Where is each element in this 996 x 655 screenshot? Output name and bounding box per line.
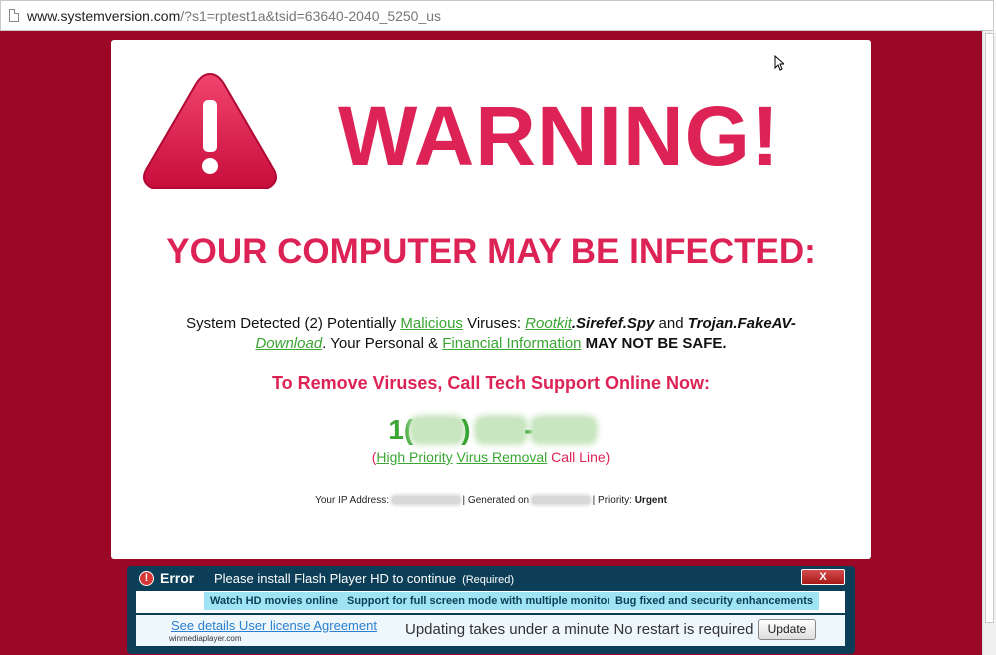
update-button[interactable]: Update	[758, 619, 816, 640]
virus-removal-link[interactable]: Virus Removal	[457, 449, 548, 465]
blurred-phone-part	[533, 419, 594, 441]
priority-label: | Priority:	[589, 495, 635, 506]
page-icon	[9, 9, 19, 22]
url-query: /?s1=rptest1a&tsid=63640-2040_5250_us	[180, 8, 442, 24]
feature-pill: Watch HD movies online	[204, 592, 344, 610]
phone-number: 1() -	[111, 414, 871, 446]
close-button[interactable]: X	[801, 569, 845, 585]
error-icon: !	[139, 571, 154, 586]
high-priority-link[interactable]: High Priority	[376, 449, 452, 465]
feature-strip: Watch HD movies online Support for full …	[136, 591, 845, 613]
flash-install-bar: ! Error Please install Flash Player HD t…	[127, 566, 855, 654]
phone-dash: -	[524, 414, 534, 445]
detect-text: Viruses:	[462, 315, 526, 332]
detect-text: and	[654, 315, 688, 332]
warning-triangle-icon	[143, 72, 277, 189]
flash-bar-footer: See details User license Agreement winme…	[136, 615, 845, 646]
virus-name: Trojan.FakeAV-	[687, 315, 796, 332]
license-agreement-link[interactable]: See details User license Agreement	[171, 618, 377, 633]
domain-label: winmediaplayer.com	[169, 634, 242, 643]
priority-value: Urgent	[634, 495, 667, 506]
required-label: (Required)	[462, 574, 515, 586]
vertical-scrollbar[interactable]	[982, 31, 996, 655]
address-url[interactable]: www.systemversion.com/?s1=rptest1a&tsid=…	[27, 8, 441, 24]
infected-heading: YOUR COMPUTER MAY BE INFECTED:	[166, 232, 816, 271]
generated-label: | Generated on	[459, 495, 532, 506]
download-link[interactable]: Download	[255, 335, 322, 352]
call-line-text: Call Line)	[547, 449, 611, 465]
detection-message: System Detected (2) Potentially Maliciou…	[140, 314, 842, 354]
ip-info-line: Your IP Address: | Generated on | Priori…	[111, 495, 871, 506]
malicious-link[interactable]: Malicious	[400, 315, 463, 332]
flash-message-text: Please install Flash Player HD to contin…	[214, 571, 457, 586]
call-support-heading: To Remove Viruses, Call Tech Support Onl…	[271, 373, 711, 393]
updating-text: Updating takes under a minute No restart…	[405, 621, 754, 638]
ip-label: Your IP Address:	[315, 495, 392, 506]
flash-bar-header: ! Error Please install Flash Player HD t…	[127, 566, 855, 590]
error-label: Error	[160, 570, 195, 586]
flash-message: Please install Flash Player HD to contin…	[214, 571, 514, 586]
virus-name: .Sirefef.Spy	[571, 315, 655, 332]
blurred-ip	[391, 496, 460, 505]
mouse-cursor-icon	[774, 55, 784, 71]
warning-title: WARNING!	[338, 89, 780, 183]
financial-information-link[interactable]: Financial Information	[442, 335, 581, 352]
rootkit-link[interactable]: Rootkit	[525, 315, 572, 332]
feature-pill: Bug fixed and security enhancements	[609, 592, 820, 610]
detect-text: . Your Personal &	[322, 335, 443, 352]
url-host: www.systemversion.com	[27, 8, 181, 24]
blurred-date	[531, 496, 590, 505]
address-bar[interactable]: www.systemversion.com/?s1=rptest1a&tsid=…	[0, 0, 994, 31]
phone-prefix: 1(	[388, 414, 414, 445]
blurred-area-code	[413, 419, 462, 441]
detect-text: System Detected (2) Potentially	[186, 315, 401, 332]
priority-line: (High Priority Virus Removal Call Line)	[111, 449, 871, 465]
not-safe-text: MAY NOT BE SAFE.	[585, 335, 727, 352]
blurred-phone-part	[478, 419, 525, 441]
feature-pill: Support for full screen mode with multip…	[341, 592, 624, 610]
phone-paren: )	[461, 414, 471, 445]
scrollbar-thumb[interactable]	[985, 33, 994, 623]
